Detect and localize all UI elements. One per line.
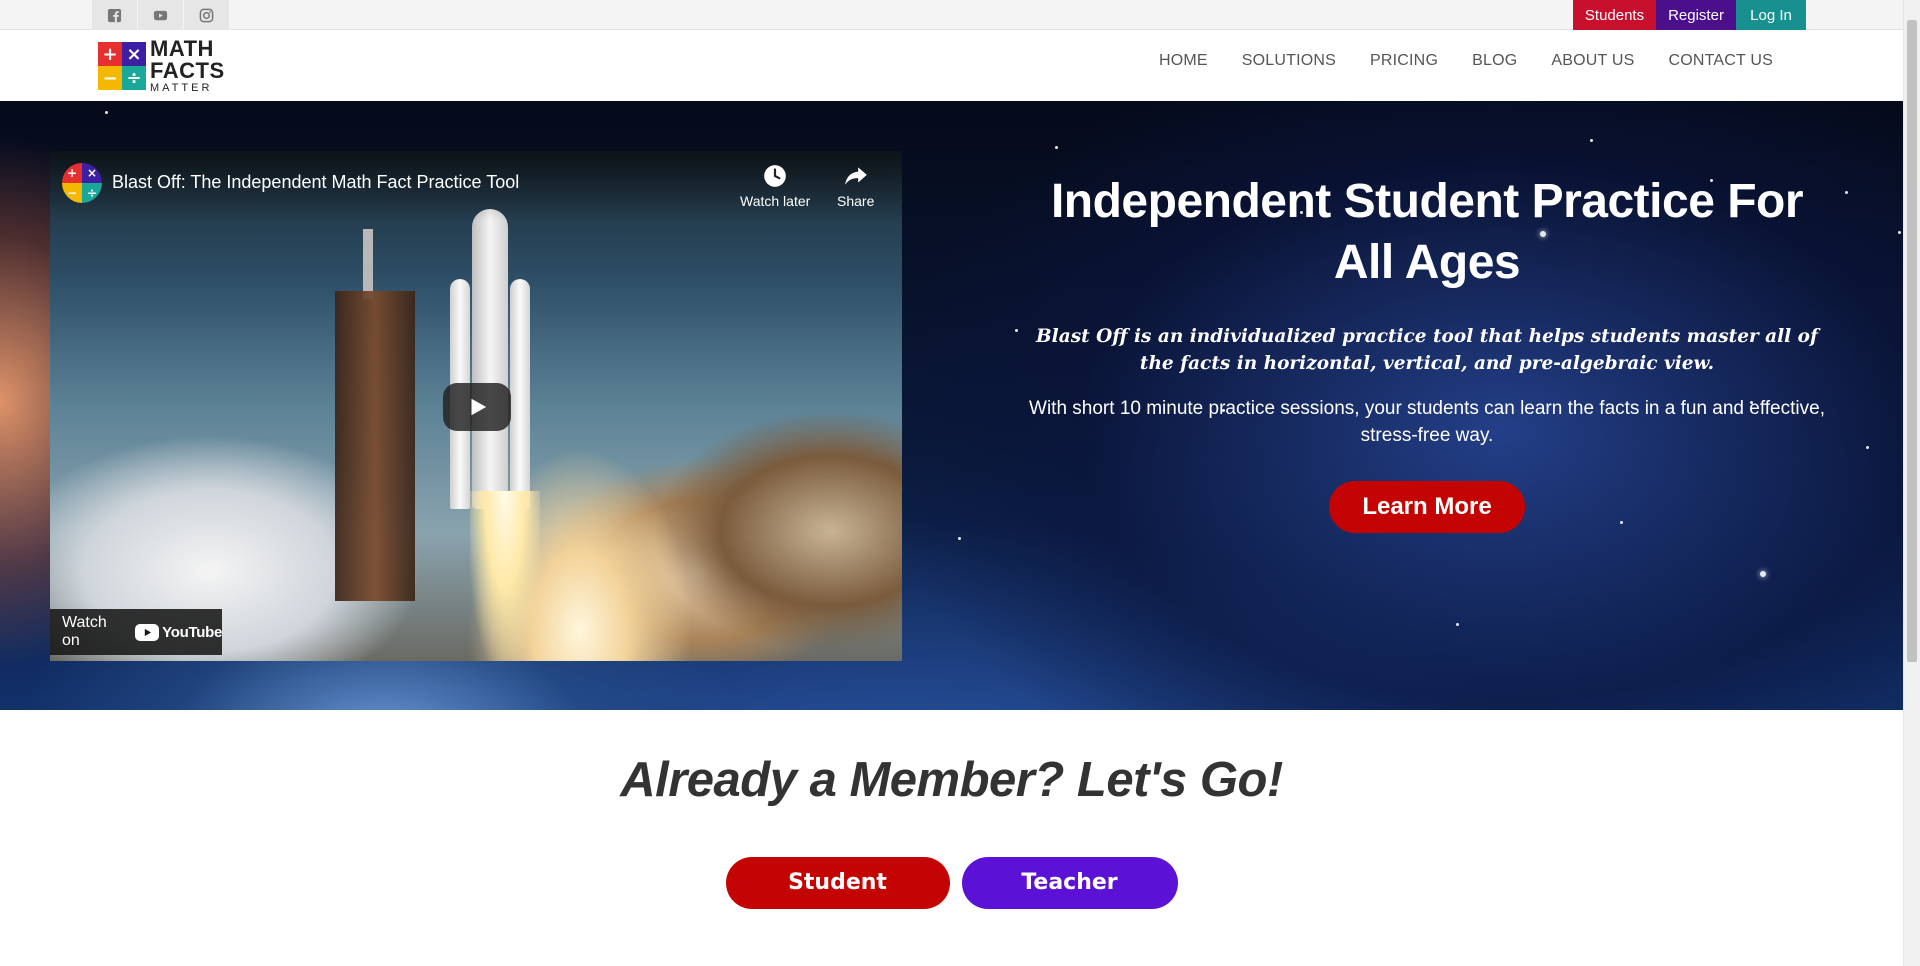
learn-more-button[interactable]: Learn More	[1329, 481, 1525, 533]
social-links	[92, 0, 230, 30]
watch-later-label: Watch later	[740, 193, 811, 209]
hero-body: With short 10 minute practice sessions, …	[1029, 398, 1825, 446]
logo-minus: −	[98, 66, 122, 90]
youtube-video-embed[interactable]: + × − ÷ Blast Off: The Independent Math …	[50, 151, 902, 661]
scrollbar-thumb[interactable]	[1907, 20, 1917, 662]
play-icon	[471, 398, 487, 416]
hero-lead-emphasis: Blast Off	[1036, 326, 1128, 347]
logo-times: ×	[122, 42, 146, 66]
logo-divide: ÷	[122, 66, 146, 90]
instagram-icon	[199, 8, 214, 22]
nav-about-us[interactable]: ABOUT US	[1534, 52, 1651, 70]
top-utility-bar: Students Register Log In	[0, 0, 1903, 30]
site-logo[interactable]: + × − ÷ MATH FACTS MATTER	[98, 38, 225, 94]
hero-title: Independent Student Practice For All Age…	[1050, 175, 1804, 289]
watch-on-youtube-link[interactable]: Watch on YouTube	[50, 609, 222, 655]
space-shuttle	[450, 209, 540, 509]
watch-on-label: Watch on	[62, 614, 107, 649]
logo-line-2: FACTS	[150, 58, 225, 83]
youtube-link[interactable]	[138, 0, 184, 30]
video-title[interactable]: Blast Off: The Independent Math Fact Pra…	[112, 172, 519, 193]
teacher-login-button[interactable]: Teacher Login	[961, 857, 1178, 947]
share-icon	[844, 167, 867, 185]
youtube-wordmark: YouTube	[162, 623, 222, 641]
watch-later-button[interactable]: Watch later	[740, 163, 810, 209]
youtube-logo-icon: YouTube	[135, 623, 222, 641]
logo-mark: + × − ÷	[98, 42, 146, 90]
hero-lead-text: is an individualized practice tool that …	[1127, 326, 1818, 374]
youtube-icon	[153, 10, 168, 20]
nav-solutions[interactable]: SOLUTIONS	[1225, 52, 1353, 70]
instagram-link[interactable]	[184, 0, 230, 30]
facebook-link[interactable]	[92, 0, 138, 30]
logo-line-1: MATH	[150, 36, 214, 61]
site-header: + × − ÷ MATH FACTS MATTER HOME SOLUTIONS…	[0, 30, 1903, 101]
play-button[interactable]	[443, 383, 511, 431]
logo-plus: +	[98, 42, 122, 66]
member-section: Already a Member? Let's Go! Student Port…	[0, 710, 1903, 966]
launch-tower	[335, 291, 415, 601]
hero-content: Independent Student Practice For All Age…	[1020, 171, 1834, 533]
member-heading: Already a Member? Let's Go!	[620, 753, 1283, 807]
student-portal-button[interactable]: Student Portal	[725, 857, 950, 947]
main-nav: HOME SOLUTIONS PRICING BLOG ABOUT US CON…	[1142, 30, 1790, 92]
login-button[interactable]: Log In	[1736, 0, 1806, 30]
facebook-icon	[107, 8, 122, 22]
logo-wordmark: MATH FACTS MATTER	[150, 38, 225, 94]
logo-line-3: MATTER	[150, 82, 213, 94]
share-label: Share	[837, 193, 875, 209]
channel-avatar[interactable]: + × − ÷	[62, 163, 102, 203]
register-button[interactable]: Register	[1656, 0, 1736, 30]
share-button[interactable]: Share	[837, 163, 874, 209]
page-scrollbar[interactable]	[1903, 0, 1920, 966]
nav-contact-us[interactable]: CONTACT US	[1651, 52, 1790, 70]
nav-home[interactable]: HOME	[1142, 52, 1225, 70]
students-button[interactable]: Students	[1573, 0, 1656, 30]
member-buttons: Student Portal Teacher Login	[0, 857, 1903, 947]
nav-pricing[interactable]: PRICING	[1353, 52, 1455, 70]
hero-lead: Blast Off is an individualized practice …	[1020, 323, 1834, 377]
clock-icon	[764, 165, 786, 187]
auth-links: Students Register Log In	[1573, 0, 1806, 30]
nav-blog[interactable]: BLOG	[1455, 52, 1534, 70]
hero-section: + × − ÷ Blast Off: The Independent Math …	[0, 101, 1903, 710]
